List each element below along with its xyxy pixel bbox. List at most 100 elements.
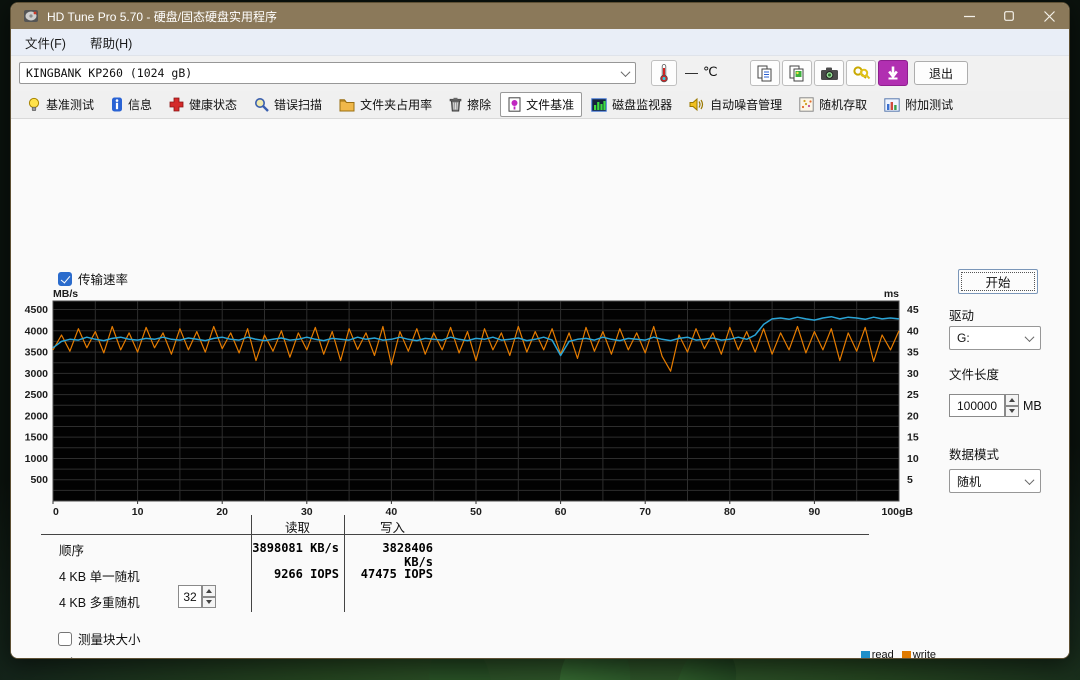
thermometer-icon: [658, 63, 670, 83]
tab-benchmark[interactable]: 基准测试: [19, 92, 102, 117]
svg-text:60: 60: [555, 506, 567, 518]
svg-text:3000: 3000: [25, 368, 49, 380]
file-length-stepper[interactable]: 100000 MB: [949, 394, 1042, 417]
menu-bar: 文件(F) 帮助(H): [11, 29, 1069, 56]
folder-icon: [339, 98, 355, 112]
app-window: HD Tune Pro 5.70 - 硬盘/固态硬盘实用程序 文件(F) 帮助(…: [10, 2, 1070, 659]
block-size-label: 测量块大小: [78, 629, 141, 648]
sequential-write-value: 3828406 KB/s: [347, 541, 433, 569]
drive-letter-value: G:: [957, 331, 970, 345]
tab-bar: 基准测试 信息 健康状态 错误扫描: [11, 91, 1069, 119]
drive-select-value: KINGBANK KP260 (1024 gB): [26, 66, 192, 80]
trash-icon: [449, 97, 462, 112]
speaker-icon: [689, 97, 705, 112]
checkbox-unchecked-icon: [58, 632, 72, 646]
tab-label: 自动噪音管理: [710, 96, 782, 113]
file-length-label: 文件长度: [949, 364, 999, 383]
svg-text:5: 5: [907, 474, 913, 486]
svg-text:20: 20: [907, 410, 919, 422]
file-benchmark-panel: 传输速率 50010001500200025003000350040004500…: [11, 119, 1069, 658]
stepper-up-button[interactable]: [1005, 394, 1019, 406]
svg-text:25: 25: [907, 389, 919, 401]
svg-text:50: 50: [470, 506, 482, 518]
svg-text:30: 30: [907, 368, 919, 380]
stepper-down-button[interactable]: [202, 597, 216, 609]
svg-text:10: 10: [907, 453, 919, 465]
drive-letter-select[interactable]: G:: [949, 326, 1041, 350]
tab-random-access[interactable]: 随机存取: [791, 92, 875, 117]
transfer-rate-chart: 5001000150020002500300035004000450051015…: [15, 285, 931, 519]
minimize-button[interactable]: [949, 3, 989, 29]
svg-text:500: 500: [30, 474, 48, 486]
4kb-single-read-value: 9266 IOPS: [251, 567, 339, 581]
options-button[interactable]: [846, 60, 876, 86]
maximize-button[interactable]: [989, 3, 1029, 29]
table-header-write: 写入: [344, 517, 441, 536]
file-length-unit: MB: [1023, 399, 1042, 413]
chevron-down-icon: [621, 67, 631, 77]
menu-file[interactable]: 文件(F): [15, 32, 76, 53]
svg-text:MB/s: MB/s: [53, 657, 78, 659]
svg-text:100gB: 100gB: [881, 506, 913, 518]
tab-file-benchmark[interactable]: 文件基准: [500, 92, 582, 117]
data-mode-value: 随机: [957, 473, 981, 490]
copy-text-icon: [756, 64, 774, 82]
file-length-value[interactable]: 100000: [949, 394, 1005, 417]
tab-label: 附加测试: [905, 96, 953, 113]
tab-noise-management[interactable]: 自动噪音管理: [681, 92, 790, 117]
chevron-down-icon: [1025, 332, 1035, 342]
screenshot-button[interactable]: [814, 60, 844, 86]
toolbar: KINGBANK KP260 (1024 gB) — ℃: [11, 56, 1069, 91]
stepper-down-button[interactable]: [1005, 406, 1019, 418]
svg-text:70: 70: [639, 506, 651, 518]
copy-text-button[interactable]: [750, 60, 780, 86]
temperature-button[interactable]: [651, 60, 677, 86]
queue-depth-value[interactable]: 32: [178, 585, 202, 608]
temperature-readout: — ℃: [685, 64, 718, 80]
4kb-single-write-value: 47475 IOPS: [347, 567, 433, 581]
tab-health[interactable]: 健康状态: [161, 92, 245, 117]
row-4kb-multi-label: 4 KB 多重随机: [59, 592, 140, 611]
tab-disk-monitor[interactable]: 磁盘监视器: [583, 92, 680, 117]
copy-image-icon: [788, 64, 806, 82]
hdtune-app-icon: [23, 8, 39, 24]
stepper-up-button[interactable]: [202, 585, 216, 597]
svg-text:0: 0: [53, 506, 59, 518]
temperature-value: —: [685, 65, 698, 80]
exit-button[interactable]: 退出: [914, 61, 968, 85]
tab-label: 随机存取: [819, 96, 867, 113]
temperature-unit: ℃: [703, 64, 718, 80]
chevron-down-icon: [1025, 475, 1035, 485]
update-button[interactable]: [878, 60, 908, 86]
tab-info[interactable]: 信息: [103, 92, 160, 117]
title-bar[interactable]: HD Tune Pro 5.70 - 硬盘/固态硬盘实用程序: [11, 3, 1069, 29]
svg-text:1000: 1000: [25, 453, 49, 465]
tab-folder-usage[interactable]: 文件夹占用率: [331, 92, 440, 117]
svg-text:40: 40: [907, 325, 919, 337]
tab-label: 磁盘监视器: [612, 96, 672, 113]
start-button[interactable]: 开始: [958, 269, 1038, 294]
svg-text:4000: 4000: [25, 325, 49, 337]
start-button-label: 开始: [985, 272, 1010, 291]
disk-monitor-icon: [591, 98, 607, 112]
svg-text:15: 15: [907, 432, 919, 444]
tab-label: 基准测试: [46, 96, 94, 113]
menu-help[interactable]: 帮助(H): [80, 32, 142, 53]
drive-select[interactable]: KINGBANK KP260 (1024 gB): [19, 62, 636, 84]
tab-label: 错误扫描: [274, 96, 322, 113]
block-size-checkbox[interactable]: 测量块大小: [58, 629, 141, 648]
keys-icon: [852, 65, 871, 82]
tab-error-scan[interactable]: 错误扫描: [246, 92, 330, 117]
data-mode-select[interactable]: 随机: [949, 469, 1041, 493]
window-title: HD Tune Pro 5.70 - 硬盘/固态硬盘实用程序: [47, 8, 277, 25]
close-button[interactable]: [1029, 3, 1069, 29]
queue-depth-stepper[interactable]: 32: [178, 585, 216, 608]
tab-label: 擦除: [467, 96, 491, 113]
copy-image-button[interactable]: [782, 60, 812, 86]
svg-text:1500: 1500: [25, 432, 49, 444]
drive-label: 驱动: [949, 305, 974, 324]
svg-text:3500: 3500: [25, 347, 49, 359]
tab-erase[interactable]: 擦除: [441, 92, 499, 117]
svg-text:10: 10: [132, 506, 144, 518]
tab-extra-tests[interactable]: 附加测试: [876, 92, 961, 117]
